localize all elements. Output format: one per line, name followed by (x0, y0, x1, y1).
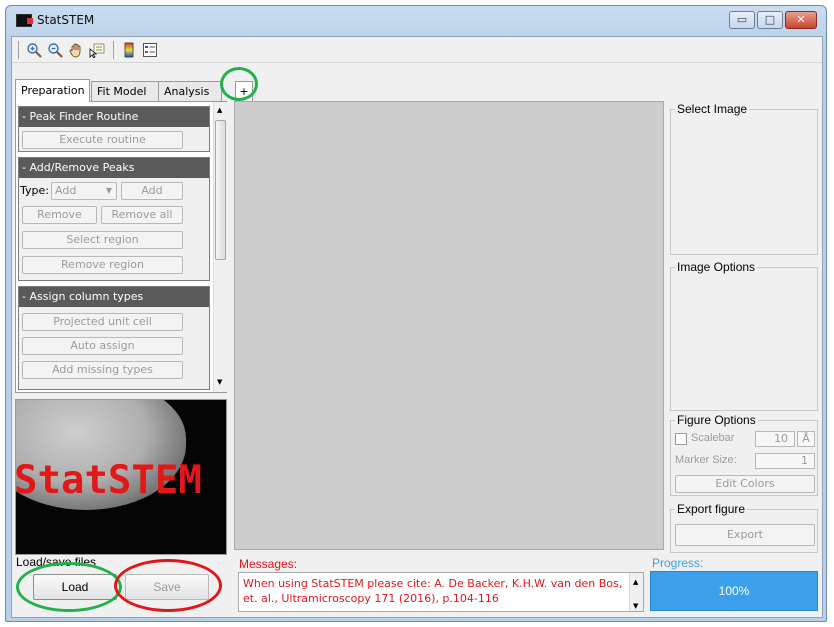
assign-column-types-header[interactable]: - Assign column types (19, 287, 209, 307)
scrollbar-thumb[interactable] (215, 120, 226, 260)
image-canvas[interactable] (234, 101, 664, 550)
figure-options-group: Figure Options Scalebar 10 Å Marker Size… (670, 413, 818, 496)
scroll-down-arrow-icon[interactable]: ▼ (217, 378, 222, 386)
progress-value: 100% (718, 584, 750, 598)
chevron-down-icon: ▼ (105, 186, 112, 195)
messages-scrollbar[interactable]: ▲ ▼ (629, 573, 643, 611)
messages-label: Messages: (239, 557, 298, 571)
image-options-title: Image Options (675, 260, 758, 274)
auto-assign-button[interactable]: Auto assign (22, 337, 183, 355)
image-options-group: Image Options (670, 260, 818, 411)
export-button[interactable]: Export (675, 524, 815, 546)
tab-add[interactable]: + (235, 81, 253, 103)
panel-scrollbar[interactable]: ▲ ▼ (213, 102, 227, 392)
scalebar-unit-button[interactable]: Å (797, 431, 815, 447)
messages-box: When using StatSTEM please cite: A. De B… (238, 572, 644, 612)
figure-options-title: Figure Options (675, 413, 758, 427)
select-image-group: Select Image (670, 102, 818, 255)
select-region-button[interactable]: Select region (22, 231, 183, 249)
statstem-logo-text: StatSTEM (15, 458, 202, 503)
statstem-logo-preview: StatSTEM (15, 399, 227, 555)
legend-icon[interactable] (141, 41, 159, 59)
save-button[interactable]: Save (125, 574, 209, 600)
export-figure-group: Export figure Export (670, 502, 818, 553)
peak-finder-section: - Peak Finder Routine Execute routine (18, 106, 210, 152)
close-button[interactable]: ✕ (785, 11, 817, 29)
tab-analysis[interactable]: Analysis (158, 81, 222, 103)
toolbar (12, 37, 822, 63)
load-save-label: Load/save files (16, 555, 97, 569)
execute-routine-button[interactable]: Execute routine (22, 131, 183, 149)
preparation-panel: - Peak Finder Routine Execute routine - … (15, 101, 227, 393)
progress-label: Progress: (652, 556, 704, 570)
minimize-button[interactable]: ▭ (729, 11, 755, 29)
export-figure-title: Export figure (675, 502, 748, 516)
zoom-out-icon[interactable] (46, 41, 64, 59)
edit-colors-button[interactable]: Edit Colors (675, 475, 815, 493)
marker-size-label: Marker Size: (675, 454, 737, 466)
remove-region-button[interactable]: Remove region (22, 256, 183, 274)
add-remove-peaks-header[interactable]: - Add/Remove Peaks (19, 158, 209, 178)
message-text: When using StatSTEM please cite: A. De B… (243, 577, 623, 605)
scroll-down-arrow-icon[interactable]: ▼ (633, 599, 638, 614)
peak-finder-header[interactable]: - Peak Finder Routine (19, 107, 209, 127)
app-icon (16, 14, 33, 27)
type-dropdown[interactable]: Add ▼ (51, 182, 117, 200)
add-remove-peaks-section: - Add/Remove Peaks Type: Add ▼ Add Remov… (18, 157, 210, 281)
type-dropdown-value: Add (55, 184, 77, 197)
pan-hand-icon[interactable] (67, 41, 85, 59)
tab-preparation[interactable]: Preparation (15, 79, 90, 102)
progress-bar: 100% (650, 571, 818, 611)
remove-all-button[interactable]: Remove all (101, 206, 183, 224)
projected-unit-cell-button[interactable]: Projected unit cell (22, 313, 183, 331)
toolbar-separator (18, 41, 19, 59)
data-cursor-icon[interactable] (88, 41, 106, 59)
colorbar-icon[interactable] (120, 41, 138, 59)
scalebar-checkbox[interactable] (675, 433, 687, 445)
app-window: StatSTEM ▭ □ ✕ Preparation Fit Model Ana… (5, 5, 827, 622)
remove-peak-button[interactable]: Remove (22, 206, 97, 224)
select-image-title: Select Image (675, 102, 750, 116)
add-missing-types-button[interactable]: Add missing types (22, 361, 183, 379)
tab-fit-model[interactable]: Fit Model (91, 81, 159, 103)
scalebar-label: Scalebar (691, 432, 735, 444)
scalebar-length-field[interactable]: 10 (755, 431, 795, 447)
maximize-button[interactable]: □ (757, 11, 783, 29)
add-peak-button[interactable]: Add (121, 182, 183, 200)
marker-size-field[interactable]: 1 (755, 453, 815, 469)
scroll-up-arrow-icon[interactable]: ▲ (217, 106, 222, 114)
client-area: Preparation Fit Model Analysis + - Peak … (11, 36, 823, 618)
scroll-up-arrow-icon[interactable]: ▲ (633, 575, 638, 590)
title-bar: StatSTEM ▭ □ ✕ (6, 6, 826, 36)
load-button[interactable]: Load (33, 574, 117, 600)
window-title: StatSTEM (37, 13, 95, 27)
zoom-in-icon[interactable] (25, 41, 43, 59)
assign-column-types-section: - Assign column types Projected unit cel… (18, 286, 210, 390)
type-label: Type: (20, 184, 49, 197)
toolbar-separator (113, 41, 114, 59)
